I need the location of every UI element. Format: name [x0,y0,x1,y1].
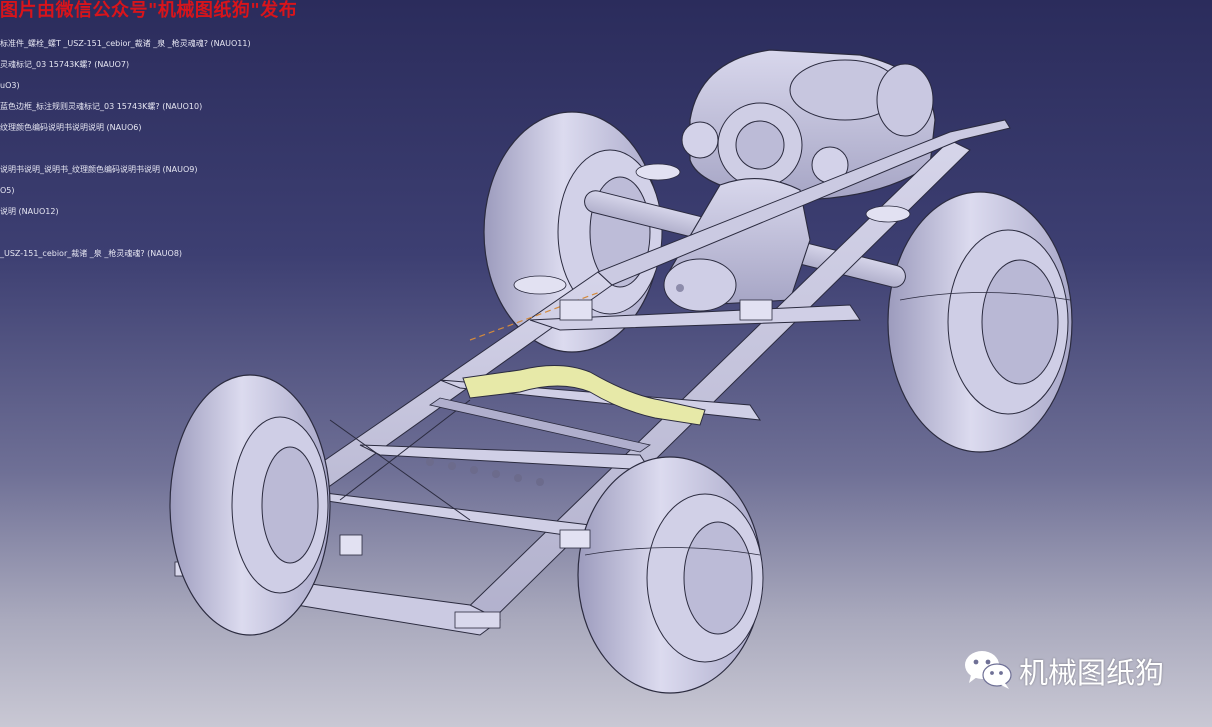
tree-node[interactable]: O5) [0,185,15,197]
tree-node[interactable]: 蓝色边框_标注规则灵魂标记_03 15743K螺? (NAUO10) [0,101,202,113]
3d-viewport[interactable]: 图片由微信公众号"机械图纸狗"发布 标准件_螺栓_螺T _USZ-151_ceb… [0,0,1212,727]
tree-node[interactable]: 灵魂标记_03 15743K螺? (NAUO7) [0,59,129,71]
tree-node[interactable]: 纹理颜色编码说明书说明说明 (NAUO6) [0,122,141,134]
brand-logo: 机械图纸狗 [963,648,1164,694]
tree-node[interactable]: 标准件_螺栓_螺T _USZ-151_cebior_裁诸 _泉 _枪灵魂魂? (… [0,38,251,50]
tree-node[interactable]: 说明书说明_说明书_纹理颜色编码说明书说明 (NAUO9) [0,164,197,176]
tree-node[interactable]: _USZ-151_cebior_裁诸 _泉 _枪灵魂魂? (NAUO8) [0,248,182,260]
front-left-wheel[interactable] [169,374,331,636]
tree-node[interactable]: 说明 (NAUO12) [0,206,59,218]
tree-node[interactable]: uO3) [0,80,20,92]
brand-name: 机械图纸狗 [1019,656,1165,690]
rear-right-wheel[interactable] [887,191,1073,453]
front-right-wheel[interactable] [577,456,764,694]
wechat-icon [963,647,1013,695]
watermark-banner: 图片由微信公众号"机械图纸狗"发布 [0,0,298,21]
